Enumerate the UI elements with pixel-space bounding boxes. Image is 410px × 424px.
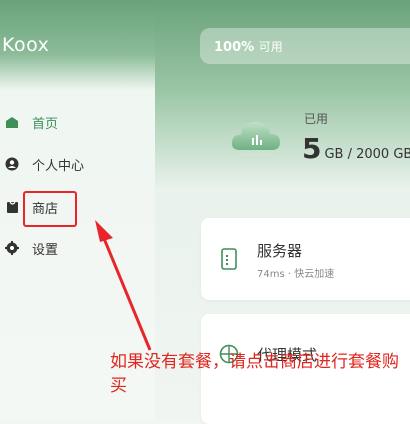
annotation-text: 如果没有套餐，请点击商店进行套餐购买 bbox=[110, 352, 399, 396]
usage-progress-bar: 100% 可用 bbox=[200, 28, 410, 64]
server-card-subtitle: 74ms · 快云加速 bbox=[257, 269, 335, 280]
sidebar-item-label: 个人中心 bbox=[32, 158, 85, 174]
traffic-used-value: 5 GB / 2000 GB bbox=[302, 132, 410, 165]
user-icon bbox=[4, 156, 20, 172]
shop-highlight-box bbox=[23, 191, 77, 227]
sidebar-item-label: 设置 bbox=[32, 242, 59, 258]
sidebar-item-label: 首页 bbox=[32, 116, 59, 132]
usage-progress-text: 100% 可用 bbox=[214, 38, 283, 55]
shop-bag-icon bbox=[4, 199, 20, 215]
gear-icon bbox=[4, 240, 20, 256]
home-icon bbox=[4, 114, 20, 130]
traffic-total: GB / 2000 GB bbox=[324, 147, 410, 162]
sidebar-item-home[interactable]: 首页 bbox=[4, 110, 58, 134]
traffic-used-label: 已用 bbox=[304, 112, 329, 126]
sidebar-item-settings[interactable]: 设置 bbox=[4, 236, 58, 260]
usage-label: 可用 bbox=[258, 40, 283, 54]
usage-percent: 100% bbox=[214, 40, 255, 55]
server-card-title: 服务器 bbox=[257, 242, 303, 260]
brand-logo: Koox bbox=[2, 34, 50, 56]
sidebar-item-profile[interactable]: 个人中心 bbox=[4, 152, 84, 176]
cloud-chart-icon bbox=[228, 112, 284, 160]
traffic-used-amount: 5 bbox=[302, 132, 322, 165]
server-doc-icon bbox=[221, 248, 237, 274]
server-card[interactable]: 服务器 74ms · 快云加速 bbox=[201, 218, 410, 300]
